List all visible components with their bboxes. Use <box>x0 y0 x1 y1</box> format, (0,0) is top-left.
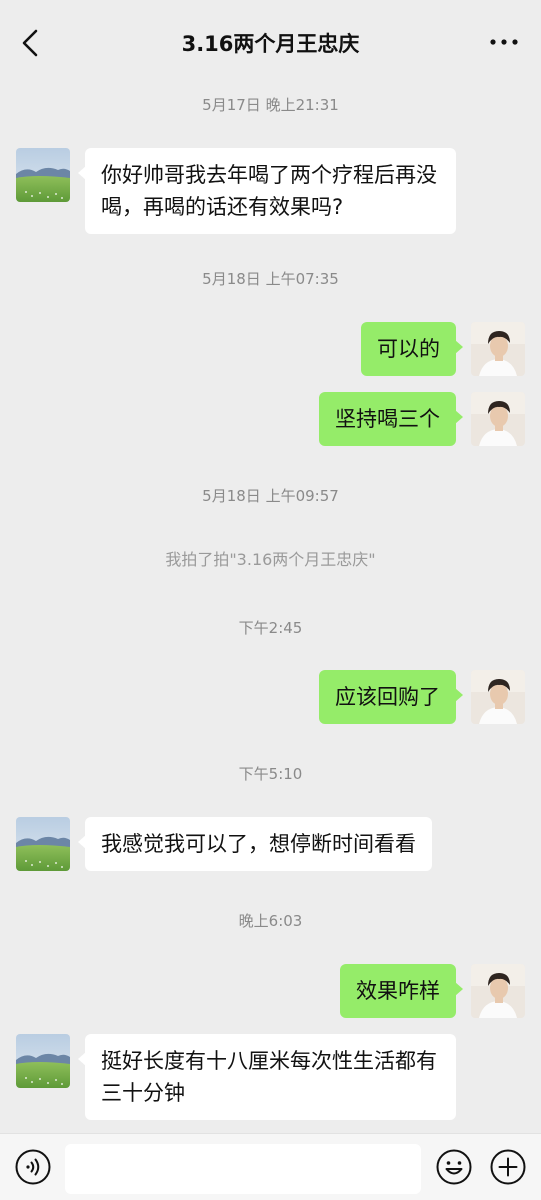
chevron-left-icon[interactable] <box>18 28 44 58</box>
plus-icon[interactable] <box>489 1148 527 1186</box>
message-bubble-sent[interactable]: 应该回购了 <box>319 670 463 724</box>
timestamp: 5月18日 上午09:57 <box>202 487 339 505</box>
message-bubble-sent[interactable]: 坚持喝三个 <box>319 392 463 446</box>
timestamp: 5月17日 晚上21:31 <box>202 96 339 114</box>
landscape-avatar-image <box>16 817 70 871</box>
message-input[interactable] <box>65 1144 421 1194</box>
message-bubble-sent[interactable]: 效果咋样 <box>340 964 463 1018</box>
chat-title: 3.16两个月王忠庆 <box>181 32 360 56</box>
landscape-avatar-image <box>16 1034 70 1088</box>
timestamp: 下午2:45 <box>238 619 303 637</box>
timestamp: 5月18日 上午07:35 <box>202 270 339 288</box>
voice-icon[interactable] <box>14 1148 52 1186</box>
ellipsis-icon[interactable] <box>489 36 519 48</box>
message-bubble-received[interactable]: 你好帅哥我去年喝了两个疗程后再没喝，再喝的话还有效果吗? <box>78 148 456 234</box>
person-avatar-image <box>471 322 525 376</box>
input-bar <box>0 1133 541 1200</box>
self-avatar[interactable] <box>471 964 525 1018</box>
self-avatar[interactable] <box>471 392 525 446</box>
self-avatar[interactable] <box>471 322 525 376</box>
message-bubble-sent[interactable]: 可以的 <box>361 322 463 376</box>
contact-avatar[interactable] <box>16 1034 70 1088</box>
timestamp: 下午5:10 <box>238 765 303 783</box>
message-bubble-received[interactable]: 我感觉我可以了，想停断时间看看 <box>78 817 432 871</box>
pat-system-message: 我拍了拍"3.16两个月王忠庆" <box>165 550 376 569</box>
person-avatar-image <box>471 392 525 446</box>
contact-avatar[interactable] <box>16 148 70 202</box>
timestamp: 晚上6:03 <box>238 912 303 930</box>
person-avatar-image <box>471 964 525 1018</box>
landscape-avatar-image <box>16 148 70 202</box>
chat-header: 3.16两个月王忠庆 <box>0 0 541 88</box>
person-avatar-image <box>471 670 525 724</box>
contact-avatar[interactable] <box>16 817 70 871</box>
self-avatar[interactable] <box>471 670 525 724</box>
emoji-icon[interactable] <box>435 1148 473 1186</box>
message-bubble-received[interactable]: 挺好长度有十八厘米每次性生活都有三十分钟 <box>78 1034 456 1120</box>
